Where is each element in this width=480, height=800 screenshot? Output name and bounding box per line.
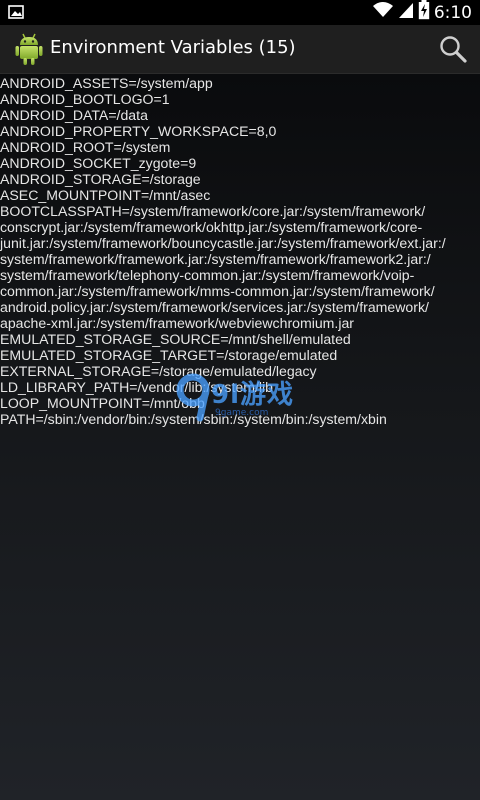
battery-charging-icon <box>418 0 430 25</box>
picture-icon <box>8 4 26 20</box>
env-line: ASEC_MOUNTPOINT=/mnt/asec <box>0 187 211 203</box>
env-line: common.jar:/system/framework/mms-common.… <box>0 283 435 299</box>
env-line: junit.jar:/system/framework/bouncycastle… <box>0 235 446 251</box>
env-line: EMULATED_STORAGE_SOURCE=/mnt/shell/emula… <box>0 331 351 347</box>
env-line: ANDROID_STORAGE=/storage <box>0 171 201 187</box>
action-bar: Environment Variables (15) <box>0 25 480 74</box>
env-line: EXTERNAL_STORAGE=/storage/emulated/legac… <box>0 363 317 379</box>
signal-icon <box>398 1 414 24</box>
env-line: BOOTCLASSPATH=/system/framework/core.jar… <box>0 203 426 219</box>
env-variables-content[interactable]: ANDROID_ASSETS=/system/app ANDROID_BOOTL… <box>0 74 480 800</box>
env-line: EMULATED_STORAGE_TARGET=/storage/emulate… <box>0 347 338 363</box>
search-button[interactable] <box>438 34 468 64</box>
env-line: system/framework/framework.jar:/system/f… <box>0 251 431 267</box>
env-line: ANDROID_DATA=/data <box>0 107 148 123</box>
env-line: LOOP_MOUNTPOINT=/mnt/obb <box>0 395 205 411</box>
env-line: ANDROID_PROPERTY_WORKSPACE=8,0 <box>0 123 277 139</box>
status-indicators: 6:10 <box>372 0 472 25</box>
env-line: system/framework/telephony-common.jar:/s… <box>0 267 415 283</box>
env-line: ANDROID_BOOTLOGO=1 <box>0 91 170 107</box>
status-time: 6:10 <box>433 2 472 23</box>
env-line: ANDROID_ASSETS=/system/app <box>0 75 213 91</box>
wifi-icon <box>372 1 394 24</box>
env-variables-list: ANDROID_ASSETS=/system/app ANDROID_BOOTL… <box>0 74 470 427</box>
env-line: conscrypt.jar:/system/framework/okhttp.j… <box>0 219 423 235</box>
env-line: ANDROID_ROOT=/system <box>0 139 171 155</box>
env-line: apache-xml.jar:/system/framework/webview… <box>0 315 355 331</box>
env-line: PATH=/sbin:/vendor/bin:/system/sbin:/sys… <box>0 411 387 427</box>
status-bar: 6:10 <box>0 0 480 25</box>
android-icon[interactable] <box>14 32 44 66</box>
page-title: Environment Variables (15) <box>50 37 296 58</box>
env-line: LD_LIBRARY_PATH=/vendor/lib:/system/lib <box>0 379 273 395</box>
env-line: ANDROID_SOCKET_zygote=9 <box>0 155 197 171</box>
search-icon <box>440 36 467 63</box>
env-line: android.policy.jar:/system/framework/ser… <box>0 299 429 315</box>
